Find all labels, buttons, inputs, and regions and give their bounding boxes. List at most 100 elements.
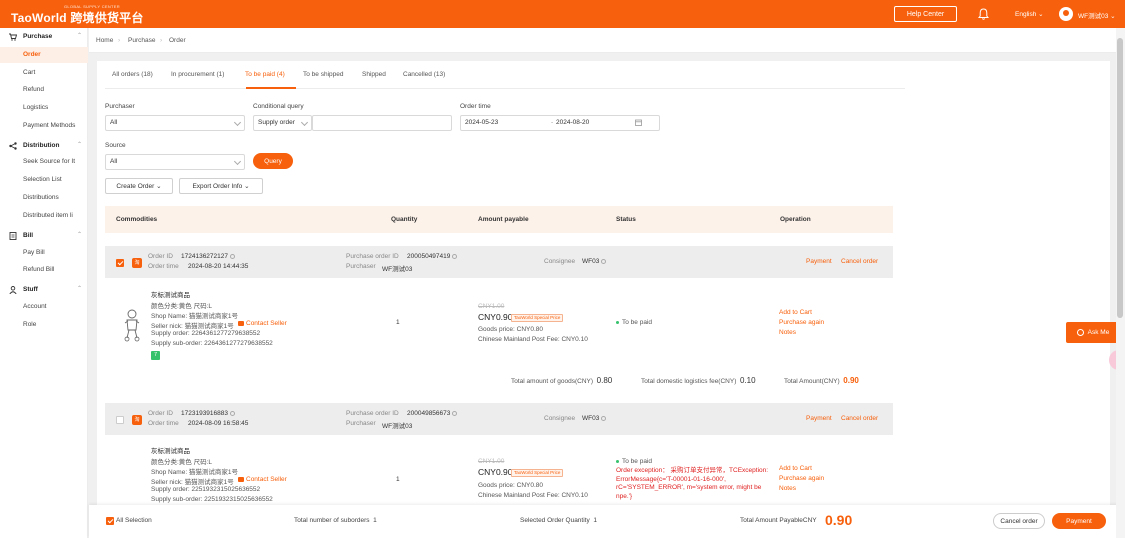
sidebar-group-bill[interactable]: Bill ⌃ [0, 229, 88, 243]
breadcrumb-home[interactable]: Home [96, 37, 113, 44]
sidebar-item-logistics[interactable]: Logistics [0, 100, 88, 116]
product-sku: 颜色分类:黄色 尺码:L [151, 303, 213, 310]
create-order-button[interactable]: Create Order ⌄ [105, 178, 173, 194]
supply-sub-order: Supply sub-order: 2264361277279638552 [151, 340, 273, 347]
tab-in-procurement[interactable]: In procurement (1) [171, 71, 224, 78]
help-center-button[interactable]: Help Center [894, 6, 957, 22]
tab-to-be-shipped[interactable]: To be shipped [303, 71, 343, 78]
condition-value-input[interactable] [312, 115, 452, 131]
order-checkbox[interactable] [116, 416, 124, 424]
supply-order: Supply order: 2264361277279638552 [151, 330, 261, 337]
user-menu[interactable]: WF测试03 ⌄ [1078, 10, 1116, 20]
cancel-order-link[interactable]: Cancel order [841, 258, 878, 265]
notes-link[interactable]: Notes [779, 329, 796, 336]
copy-icon[interactable] [230, 253, 235, 259]
consignee-label: Consignee [544, 258, 576, 265]
status-text: To be paid [622, 319, 652, 326]
bell-icon[interactable] [978, 8, 989, 20]
select-all-label[interactable]: All Selection [116, 517, 152, 524]
page-scrollbar[interactable] [1116, 28, 1125, 538]
sidebar-group-distribution[interactable]: Distribution ⌃ [0, 139, 88, 153]
chevron-up-icon: ⌃ [77, 142, 83, 148]
purchaser-select[interactable]: All [105, 115, 245, 131]
order-header: 淘 Order ID 1724136272127 Order time 2024… [105, 246, 893, 278]
order-time-range[interactable]: 2024-05-23 - 2024-08-20 [460, 115, 660, 131]
product-image[interactable] [121, 308, 143, 342]
sidebar-item-selection-list[interactable]: Selection List [0, 172, 88, 188]
sidebar-item-account[interactable]: Account [0, 299, 88, 315]
sidebar-item-distributed-items[interactable]: Distributed item li [0, 208, 88, 224]
cancel-order-link[interactable]: Cancel order [841, 415, 878, 422]
suborders-count: Total number of suborders 1 [294, 517, 377, 524]
ask-me-button[interactable]: Ask Me [1066, 322, 1120, 343]
product-title[interactable]: 灰标测试商品 [151, 445, 190, 455]
product-sku: 颜色分类:黄色 尺码:L [151, 459, 213, 466]
sidebar-item-order[interactable]: Order [0, 47, 88, 63]
contact-seller-link[interactable]: Contact Seller [238, 476, 287, 483]
shop-name: Shop Name: 猫猫测试商家1号 [151, 313, 239, 320]
copy-icon[interactable] [230, 410, 235, 416]
contact-seller-label: Contact Seller [246, 320, 287, 327]
sidebar-item-role[interactable]: Role [0, 317, 88, 333]
status-text: To be paid [622, 458, 652, 465]
original-price: CNY1.00 [478, 303, 505, 310]
total-logistics-value: 0.10 [740, 376, 756, 385]
order-exception-message: Order exception： 采购订单支付异常，TCException: E… [616, 467, 769, 500]
payment-button[interactable]: Payment [1052, 513, 1106, 529]
tab-cancelled[interactable]: Cancelled (13) [403, 71, 445, 78]
consignee-label: Consignee [544, 415, 576, 422]
payment-link[interactable]: Payment [806, 258, 832, 265]
copy-icon[interactable] [452, 253, 458, 259]
product-title[interactable]: 灰标测试商品 [151, 289, 190, 299]
sidebar-item-refund-bill[interactable]: Refund Bill [0, 262, 88, 278]
time-from: 2024-05-23 [465, 119, 499, 126]
scrollbar-thumb[interactable] [1117, 38, 1123, 318]
order-icon: 淘 [132, 258, 142, 268]
sidebar: Purchase ⌃ Order Cart Refund Logistics P… [0, 28, 88, 538]
breadcrumb-purchase[interactable]: Purchase [128, 37, 155, 44]
add-to-cart-link[interactable]: Add to Cart [779, 309, 812, 316]
sidebar-item-seek-source[interactable]: Seek Source for It [0, 154, 88, 170]
logo[interactable]: TaoWorld 跨境供货平台 [11, 9, 144, 26]
language-label: English [1015, 11, 1037, 18]
order-icon: 淘 [132, 415, 142, 425]
order-id-value: 1723193916883 [181, 410, 235, 417]
purchaser-value: All [110, 119, 118, 126]
purchase-order-id-text: 200049856673 [407, 410, 451, 417]
query-button[interactable]: Query [253, 153, 293, 169]
contact-seller-link[interactable]: Contact Seller [238, 320, 287, 327]
condition-type-select[interactable]: Supply order [253, 115, 312, 131]
info-icon[interactable] [601, 258, 607, 264]
chevron-up-icon: ⌃ [77, 232, 83, 238]
order-header: 淘 Order ID 1723193916883 Order time 2024… [105, 403, 893, 435]
sidebar-item-cart[interactable]: Cart [0, 65, 88, 81]
purchase-again-link[interactable]: Purchase again [779, 319, 824, 326]
info-icon[interactable] [601, 415, 607, 421]
order-checkbox[interactable] [116, 259, 124, 267]
people-icon [9, 286, 17, 294]
purchaser-label: Purchaser [346, 420, 376, 427]
tab-all-orders[interactable]: All orders (18) [112, 71, 153, 78]
select-all-checkbox[interactable] [106, 517, 114, 525]
copy-icon[interactable] [452, 410, 458, 416]
sidebar-group-purchase[interactable]: Purchase ⌃ [0, 30, 88, 44]
tab-shipped[interactable]: Shipped [362, 71, 386, 78]
purchase-again-link[interactable]: Purchase again [779, 475, 824, 482]
sidebar-group-stuff[interactable]: Stuff ⌃ [0, 283, 88, 297]
sidebar-item-refund[interactable]: Refund [0, 82, 88, 98]
source-select[interactable]: All [105, 154, 245, 170]
sidebar-item-pay-bill[interactable]: Pay Bill [0, 245, 88, 261]
sidebar-item-distributions[interactable]: Distributions [0, 190, 88, 206]
special-price-badge: TaoWorld Special Price [511, 314, 564, 322]
purchase-order-id-text: 200050497419 [407, 253, 451, 260]
payment-link[interactable]: Payment [806, 415, 832, 422]
sidebar-item-payment-methods[interactable]: Payment Methods [0, 118, 88, 134]
notes-link[interactable]: Notes [779, 485, 796, 492]
export-order-button[interactable]: Export Order Info ⌄ [179, 178, 263, 194]
add-to-cart-link[interactable]: Add to Cart [779, 465, 812, 472]
tab-to-be-paid[interactable]: To be paid (4) [245, 71, 285, 78]
avatar[interactable] [1059, 7, 1073, 21]
language-select[interactable]: English ⌄ [1015, 10, 1044, 18]
status-label: To be paid [616, 458, 652, 465]
cancel-order-button[interactable]: Cancel order [993, 513, 1045, 529]
